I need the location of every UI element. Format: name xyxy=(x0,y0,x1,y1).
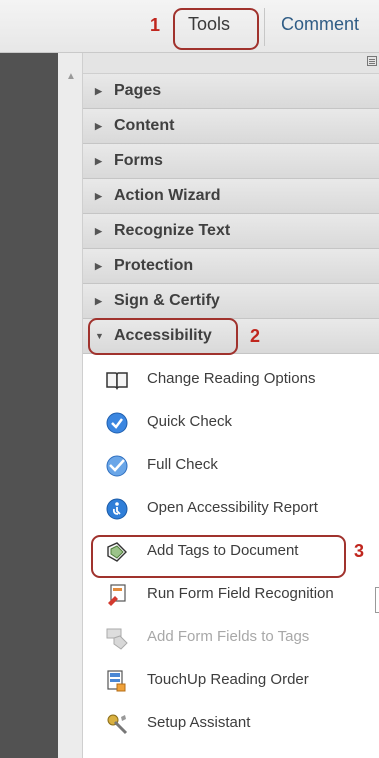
reading-order-icon xyxy=(107,670,126,692)
full-check-icon xyxy=(106,455,128,477)
form-recognition-icon xyxy=(108,584,126,606)
expand-triangle-icon: ▶ xyxy=(95,156,102,166)
document-area xyxy=(0,53,58,758)
tab-tools[interactable]: Tools xyxy=(188,14,230,35)
book-icon xyxy=(106,372,128,390)
tool-setup-assistant[interactable]: Setup Assistant xyxy=(83,702,379,745)
toolbar: 1 Tools Comment xyxy=(0,0,379,53)
tools-panel: ▶ Pages ▶ Content ▶ Forms ▶ Action Wizard ▶ R… xyxy=(83,53,379,758)
tool-add-form-fields-to-tags: Add Form Fields to Tags xyxy=(83,616,379,659)
panel-options-icon[interactable] xyxy=(367,56,377,66)
accessibility-report-icon xyxy=(106,498,128,520)
tool-quick-check[interactable]: Quick Check xyxy=(83,401,379,444)
section-action-wizard[interactable]: ▶ Action Wizard xyxy=(83,179,379,214)
callout-box-add-tags xyxy=(91,535,346,578)
setup-assistant-icon xyxy=(107,714,128,735)
tool-run-form-field-recognition[interactable]: Run Form Field Recognition xyxy=(83,573,379,616)
callout-number-1: 1 xyxy=(150,15,161,35)
section-content[interactable]: ▶ Content xyxy=(83,109,379,144)
callout-number-3: 3 xyxy=(354,541,365,561)
partial-input-box xyxy=(375,587,379,613)
section-forms[interactable]: ▶ Forms xyxy=(83,144,379,179)
section-protection[interactable]: ▶ Protection xyxy=(83,249,379,284)
tab-divider xyxy=(264,8,265,46)
tool-full-check[interactable]: Full Check xyxy=(83,444,379,487)
expand-triangle-icon: ▶ xyxy=(95,191,102,201)
expand-triangle-icon: ▶ xyxy=(95,226,102,236)
tool-touchup-reading-order[interactable]: TouchUp Reading Order xyxy=(83,659,379,702)
section-pages[interactable]: ▶ Pages xyxy=(83,74,379,109)
panel-scrollbar[interactable]: ▲ xyxy=(58,53,83,758)
tool-open-accessibility-report[interactable]: Open Accessibility Report xyxy=(83,487,379,530)
expand-triangle-icon: ▶ xyxy=(95,121,102,131)
form-fields-tags-icon xyxy=(106,628,128,650)
callout-number-2: 2 xyxy=(250,326,261,346)
tool-change-reading-options[interactable]: Change Reading Options xyxy=(83,358,379,401)
expand-triangle-icon: ▶ xyxy=(95,296,102,306)
section-sign-certify[interactable]: ▶ Sign & Certify xyxy=(83,284,379,319)
callout-box-accessibility xyxy=(88,318,238,355)
section-recognize-text[interactable]: ▶ Recognize Text xyxy=(83,214,379,249)
scroll-up-arrow-icon[interactable]: ▲ xyxy=(66,71,76,82)
panel-header xyxy=(83,53,379,74)
expand-triangle-icon: ▶ xyxy=(95,86,102,96)
checkmark-icon xyxy=(106,412,128,434)
tab-comment[interactable]: Comment xyxy=(281,14,359,35)
expand-triangle-icon: ▶ xyxy=(95,261,102,271)
